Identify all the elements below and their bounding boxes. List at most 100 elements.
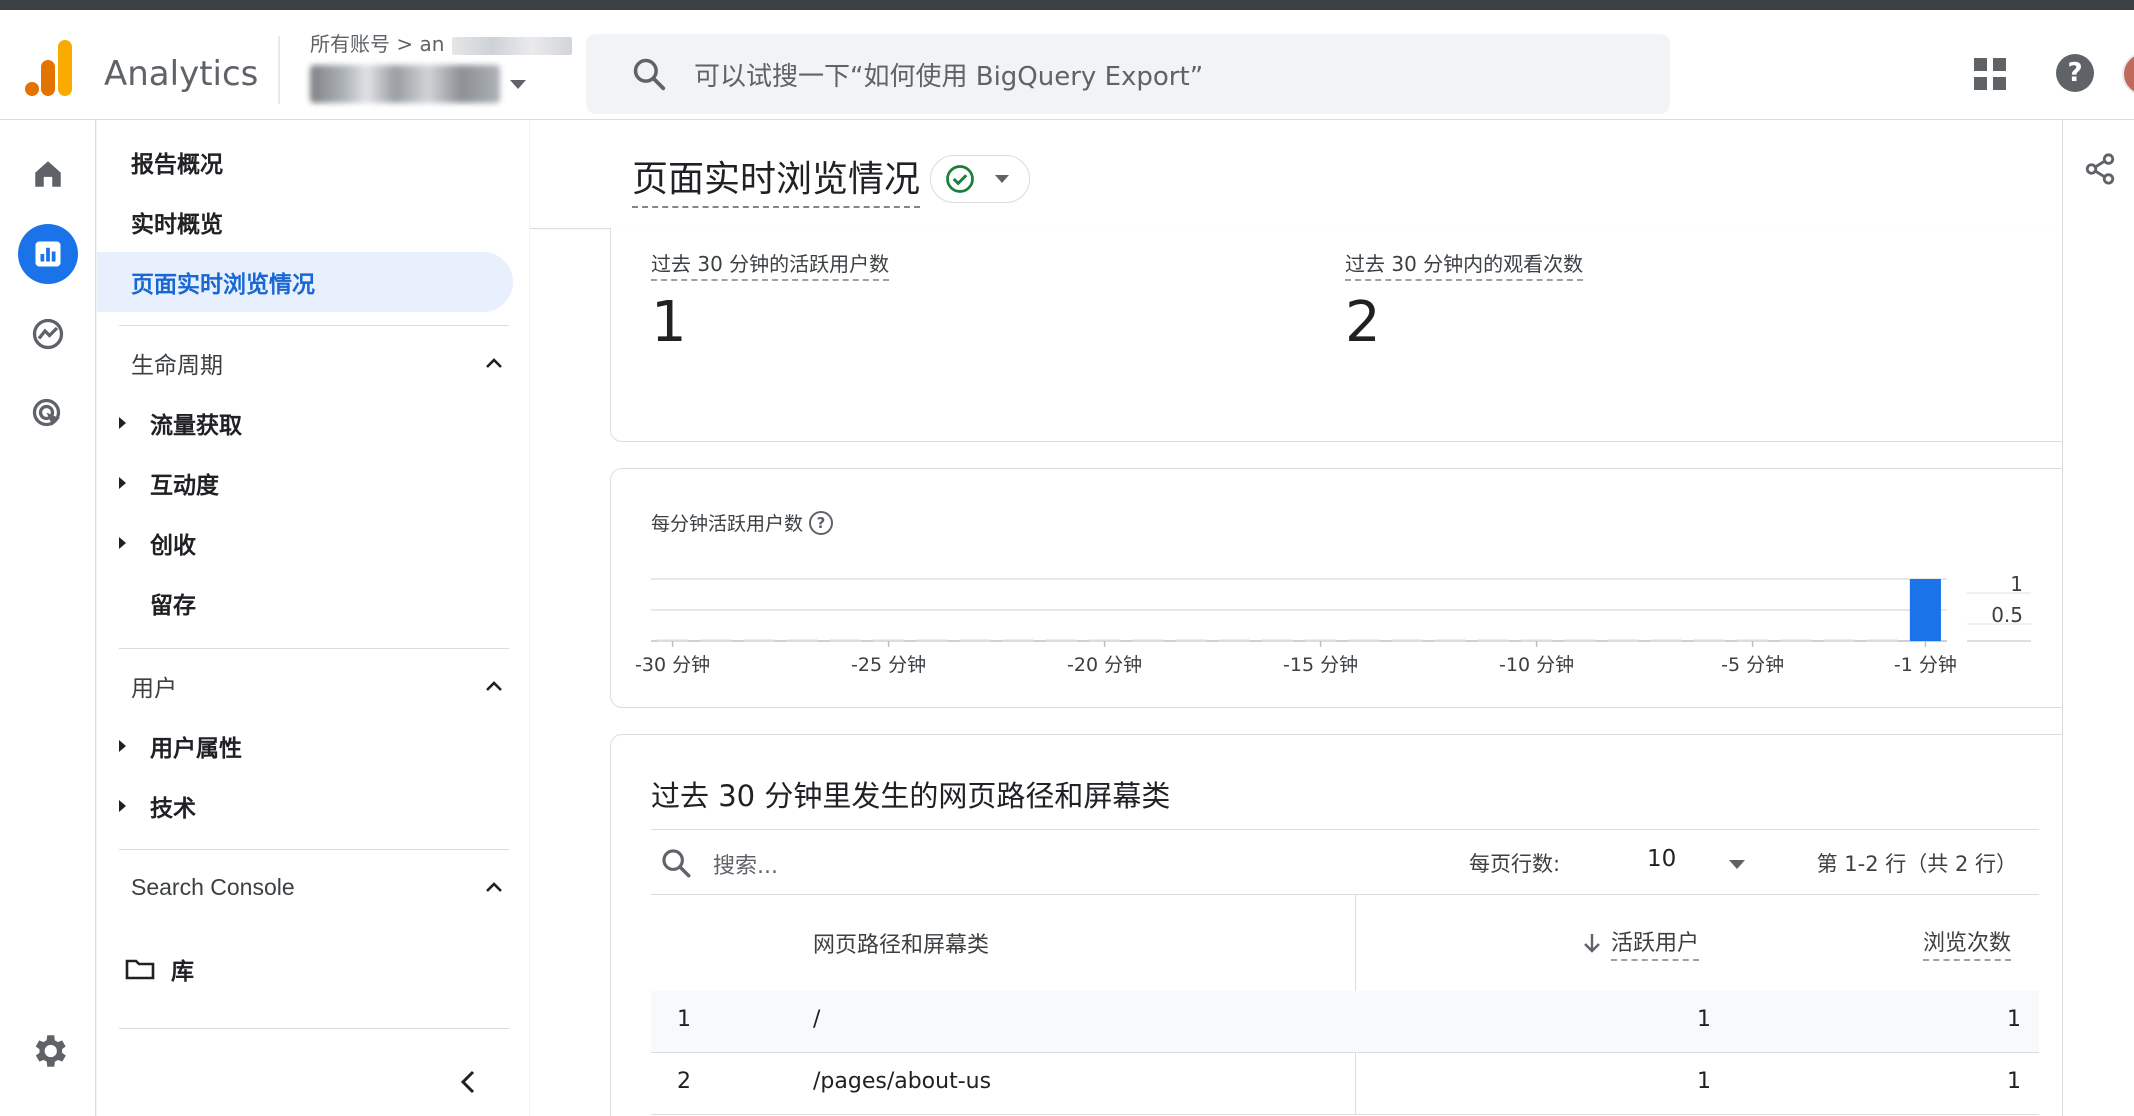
chart-bar <box>1866 639 1898 642</box>
table-card: 过去 30 分钟里发生的网页路径和屏幕类 搜索... 每页行数: 10 第 1-… <box>610 734 2062 1116</box>
nav-divider <box>119 648 509 649</box>
nav-retention[interactable]: 留存 <box>97 573 513 633</box>
advertising-icon[interactable] <box>18 384 78 444</box>
nav-section-lifecycle[interactable]: 生命周期 <box>131 333 513 393</box>
x-tick-label: -30 分钟 <box>635 654 710 676</box>
nav-acquisition-label: 流量获取 <box>150 413 242 439</box>
chart-bar <box>1823 639 1855 642</box>
expand-arrow-icon <box>119 537 126 549</box>
chevron-down-icon <box>510 79 526 89</box>
x-tick-label: -20 分钟 <box>1067 654 1142 676</box>
x-tick-label: -5 分钟 <box>1721 654 1784 676</box>
chart-bar <box>1218 639 1250 642</box>
nav-section-search-console[interactable]: Search Console <box>131 857 513 917</box>
collapse-nav-icon[interactable] <box>455 1064 481 1100</box>
column-header-views-label: 浏览次数 <box>1923 925 2012 961</box>
account-breadcrumb[interactable]: 所有账号 > an <box>310 28 573 57</box>
views-value: 2 <box>1345 290 1381 355</box>
nav-engagement-label: 互动度 <box>150 473 219 499</box>
chart-bar <box>1693 639 1725 642</box>
chart-bar <box>1477 639 1509 642</box>
nav-section-user[interactable]: 用户 <box>131 656 513 716</box>
expand-arrow-icon <box>119 800 126 812</box>
chart-bar <box>1564 639 1596 642</box>
nav-section-search-console-title: Search Console <box>131 873 295 900</box>
nav-realtime-overview[interactable]: 实时概览 <box>97 192 513 252</box>
x-tick-label: -15 分钟 <box>1283 654 1358 676</box>
y-tick-label: 1 <box>2010 572 2023 596</box>
main-content: 页面实时浏览情况 过去 30 分钟的活跃用户数 1 过去 30 分钟内的观看次数… <box>530 120 2062 1116</box>
share-icon[interactable] <box>2083 152 2117 186</box>
search-icon <box>662 849 691 878</box>
expand-arrow-icon <box>119 740 126 752</box>
explore-icon[interactable] <box>18 304 78 364</box>
column-header-views[interactable]: 浏览次数 <box>1923 895 2012 991</box>
top-app-bar: Analytics 所有账号 > an 可以试搜一下“如何使用 BigQuery… <box>0 10 2134 120</box>
redacted-property-name <box>310 65 500 103</box>
table-search-input[interactable]: 搜索... <box>713 848 778 880</box>
nav-acquisition[interactable]: 流量获取 <box>97 393 513 453</box>
nav-library[interactable]: 库 <box>125 952 194 986</box>
views-label[interactable]: 过去 30 分钟内的观看次数 <box>1345 248 1584 281</box>
chart-bar <box>1045 639 1077 642</box>
nav-tech[interactable]: 技术 <box>97 776 513 836</box>
chart-bar <box>786 639 818 642</box>
rows-per-page-select[interactable]: 10 <box>1647 846 1676 872</box>
help-icon[interactable]: ? <box>2056 54 2094 92</box>
apps-grid-icon[interactable] <box>1974 58 2006 90</box>
nav-monetization-label: 创收 <box>150 533 196 559</box>
nav-user-attributes-label: 用户属性 <box>150 736 242 762</box>
table-row[interactable]: 2 /pages/about-us 1 1 <box>651 1053 2039 1115</box>
reports-icon[interactable] <box>18 224 78 284</box>
sort-desc-arrow-icon <box>1584 934 1600 953</box>
chart-bar <box>1348 639 1380 642</box>
chevron-down-icon <box>995 175 1010 183</box>
chart-bar <box>1780 639 1812 642</box>
data-quality-status[interactable] <box>930 155 1031 203</box>
home-icon[interactable] <box>18 144 78 204</box>
chevron-down-icon[interactable] <box>1729 860 1745 869</box>
report-sidenav: 报告概况 实时概览 页面实时浏览情况 生命周期 流量获取 互动度 创收 留存 用… <box>97 120 529 1116</box>
nav-engagement[interactable]: 互动度 <box>97 453 513 513</box>
avatar[interactable] <box>2122 52 2134 96</box>
metrics-card: 过去 30 分钟的活跃用户数 1 过去 30 分钟内的观看次数 2 <box>610 228 2062 442</box>
chart-bar <box>1132 639 1164 642</box>
table-row[interactable]: 1 / 1 1 <box>651 991 2039 1053</box>
x-tick-label: -1 分钟 <box>1894 654 1957 676</box>
chart-bar <box>1261 639 1293 642</box>
folder-icon <box>125 959 155 980</box>
analytics-logo-icon[interactable] <box>24 38 76 98</box>
x-tick-label: -10 分钟 <box>1499 654 1574 676</box>
nav-section-lifecycle-title: 生命周期 <box>131 353 223 379</box>
row-path: /pages/about-us <box>813 1069 992 1094</box>
chart-bar <box>700 639 732 642</box>
search-icon <box>633 58 666 91</box>
active-users-label[interactable]: 过去 30 分钟的活跃用户数 <box>651 248 890 281</box>
chart-card: 每分钟活跃用户数 ? 1 0.5 -30 分钟 -25 分钟 -20 分钟 -15 分钟 -… <box>610 468 2062 708</box>
navigation-rail <box>0 120 96 1116</box>
search-bar[interactable]: 可以试搜一下“如何使用 BigQuery Export” <box>586 34 1670 114</box>
row-path: / <box>813 1007 821 1032</box>
active-users-value: 1 <box>651 290 687 355</box>
nav-section-user-title: 用户 <box>131 676 177 702</box>
nav-realtime-pages[interactable]: 页面实时浏览情况 <box>97 252 513 312</box>
chart-bar <box>1391 639 1423 642</box>
page-header: 页面实时浏览情况 <box>632 150 1031 208</box>
nav-user-attributes[interactable]: 用户属性 <box>97 716 513 776</box>
app-name: Analytics <box>104 54 259 94</box>
chart-bar <box>1434 639 1466 642</box>
nav-monetization[interactable]: 创收 <box>97 513 513 573</box>
chart-bar <box>1002 639 1034 642</box>
chart-bar <box>1909 579 1941 641</box>
row-views: 1 <box>2007 1069 2021 1094</box>
chart-bar <box>1175 639 1207 642</box>
property-selector[interactable] <box>310 62 526 106</box>
page-title[interactable]: 页面实时浏览情况 <box>632 150 921 208</box>
chevron-up-icon <box>486 681 502 691</box>
column-header-path[interactable]: 网页路径和屏幕类 <box>813 895 989 991</box>
nav-reports-snapshot[interactable]: 报告概况 <box>97 132 513 192</box>
gear-icon[interactable] <box>28 1030 70 1072</box>
check-circle-icon <box>946 165 974 193</box>
nav-divider <box>119 325 509 326</box>
column-header-active-users[interactable]: 活跃用户 <box>1581 895 1700 991</box>
